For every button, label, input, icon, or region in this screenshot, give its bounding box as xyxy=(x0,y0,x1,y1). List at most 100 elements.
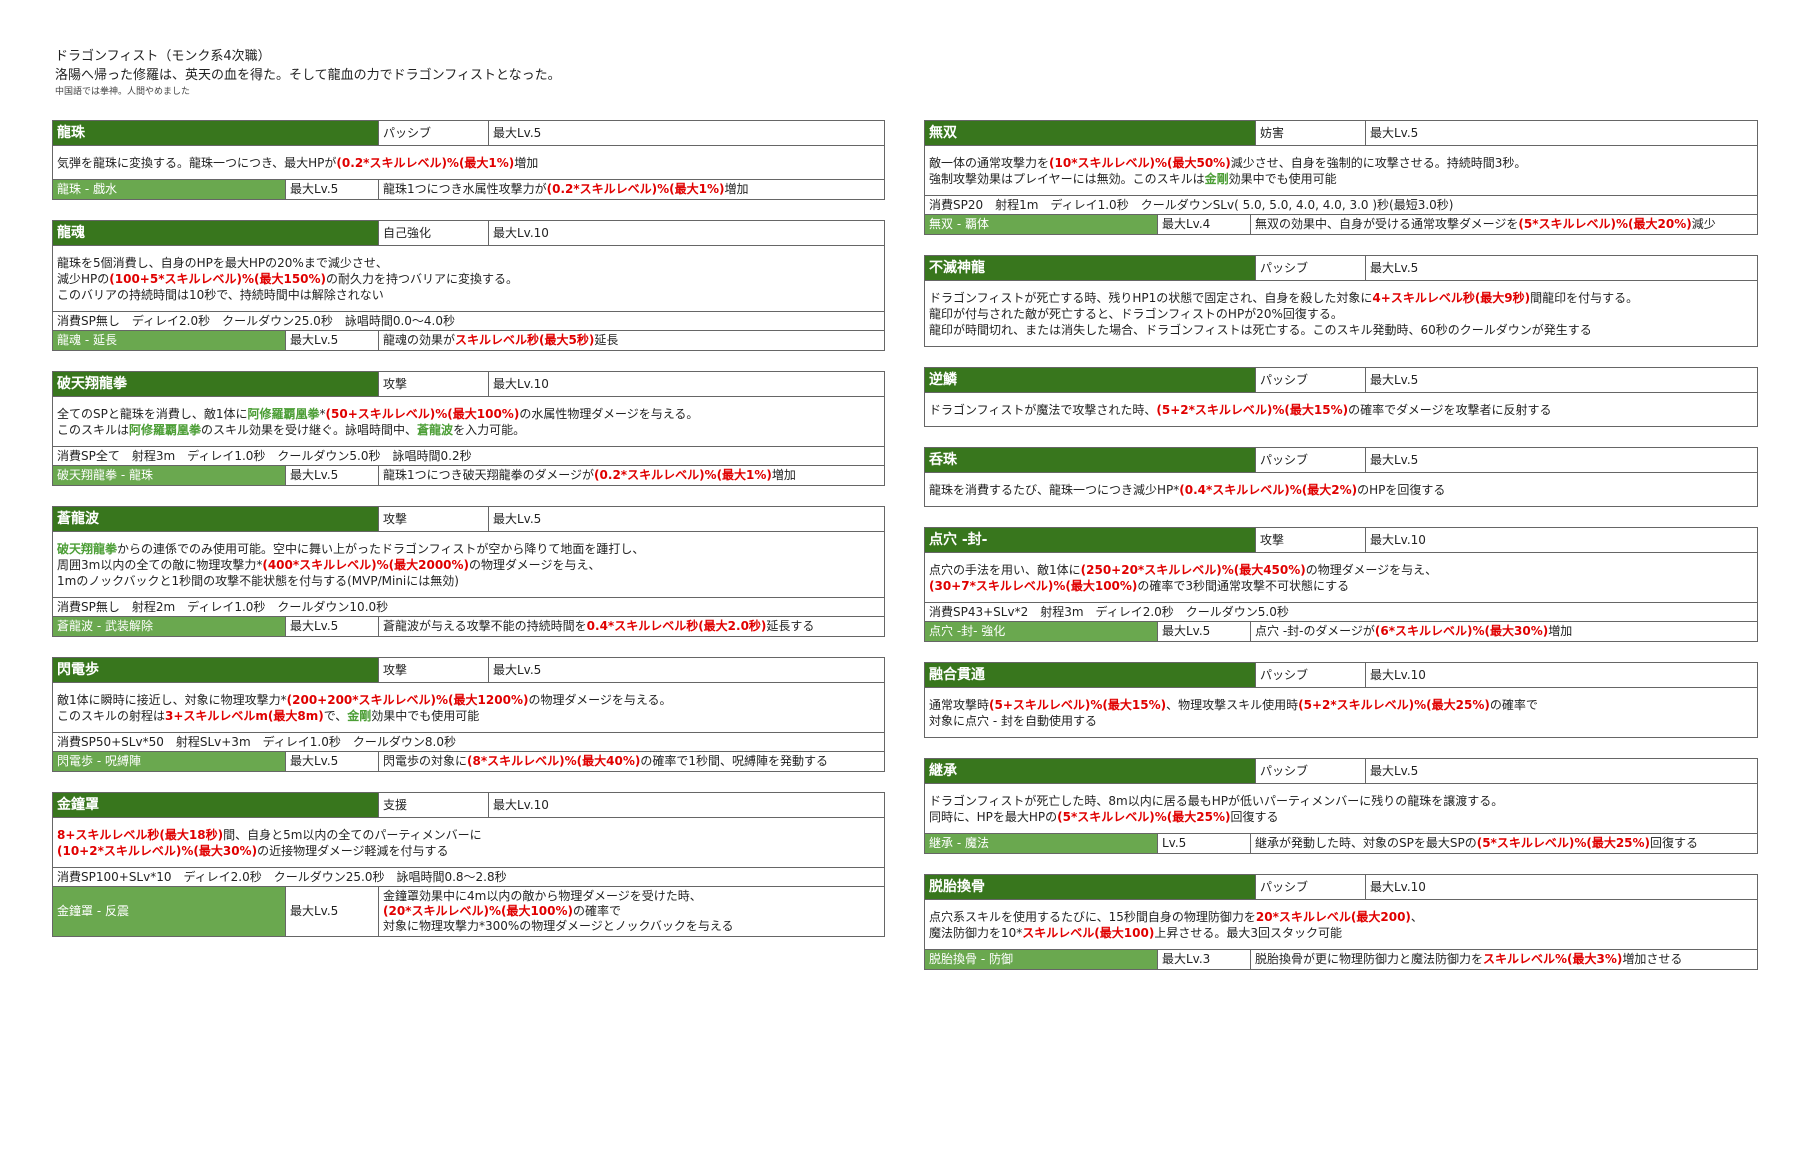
skill-name: 閃電歩 xyxy=(53,658,378,682)
formula-text: (0.4*スキルレベル)%(最大2%) xyxy=(1179,483,1358,497)
sub-skill-row: 無双 - 覇体 最大Lv.4 無双の効果中、自身が受ける通常攻撃ダメージを(5*スキ… xyxy=(925,215,1757,234)
skill-max-level: 最大Lv.10 xyxy=(1365,663,1757,687)
skill-stats: 消費SP20 射程1m ディレイ1.0秒 クールダウンSLv( 5.0, 5.0… xyxy=(925,196,1757,215)
skill-name: 点穴 -封- xyxy=(925,528,1255,552)
plain-text: 延長 xyxy=(594,333,619,347)
formula-text: (400*スキルレベル)%(最大2000%) xyxy=(262,558,470,572)
formula-text: 8+スキルレベル秒(最大18秒) xyxy=(57,828,224,842)
text-line: 金鐘罩効果中に4m以内の敵から物理ダメージを受けた時、 xyxy=(383,889,880,904)
plain-text: の物理ダメージを与え、 xyxy=(1305,563,1438,577)
skill-stats: 消費SP43+SLv*2 射程3m ディレイ2.0秒 クールダウン5.0秒 xyxy=(925,603,1757,622)
formula-text: (5+2*スキルレベル)%(最大25%) xyxy=(1298,698,1490,712)
skill-type: 攻撃 xyxy=(378,507,488,531)
skill-type: パッシブ xyxy=(1255,875,1365,899)
formula-text: (0.2*スキルレベル)%(最大1%) xyxy=(546,182,725,196)
skill-max-level: 最大Lv.5 xyxy=(1365,256,1757,280)
skill-block: 逆鱗 パッシブ 最大Lv.5 ドラゴンフィストが魔法で攻撃された時、(5+2*スキルレ… xyxy=(924,367,1758,427)
sub-skill-name: 閃電歩 - 呪縛陣 xyxy=(53,752,285,771)
formula-text: スキルレベル%(最大3%) xyxy=(1483,952,1623,966)
plain-text: 点穴系スキルを使用するたびに、15秒間自身の物理防御力を xyxy=(929,910,1256,924)
skill-link-text: 金剛 xyxy=(1204,172,1229,186)
plain-text: の物理ダメージを与える。 xyxy=(528,693,672,707)
formula-text: スキルレベル秒(最大5秒) xyxy=(455,333,595,347)
plain-text: 龍印が時間切れ、または消失した場合、ドラゴンフィストは死亡する。このスキル発動時… xyxy=(929,323,1592,337)
text-line: (30+7*スキルレベル)%(最大100%)の確率で3秒間通常攻撃不可状態にする xyxy=(929,578,1753,594)
skill-max-level: 最大Lv.5 xyxy=(1365,121,1757,145)
skill-max-level: 最大Lv.5 xyxy=(488,507,884,531)
plain-text: 金鐘罩効果中に4m以内の敵から物理ダメージを受けた時、 xyxy=(383,889,702,903)
plain-text: 脱胎換骨が更に物理防御力と魔法防御力を xyxy=(1255,952,1484,966)
skill-block: 不滅神龍 パッシブ 最大Lv.5 ドラゴンフィストが死亡する時、残りHP1の状態で固定… xyxy=(924,255,1758,347)
text-line: 周囲3m以内の全ての敵に物理攻撃力*(400*スキルレベル)%(最大2000%)… xyxy=(57,557,880,573)
plain-text: 減少 xyxy=(1691,217,1716,231)
plain-text: 間、自身と5m以内の全てのパーティメンバーに xyxy=(223,828,482,842)
text-line: ドラゴンフィストが魔法で攻撃された時、(5+2*スキルレベル)%(最大15%)の… xyxy=(929,402,1753,418)
sub-skill-description: 龍魂の効果がスキルレベル秒(最大5秒)延長 xyxy=(378,331,884,350)
skill-link-text: 阿修羅覇凰拳 xyxy=(129,423,202,437)
formula-text: (10+2*スキルレベル)%(最大30%) xyxy=(57,844,258,858)
skill-header: 不滅神龍 パッシブ 最大Lv.5 xyxy=(925,256,1757,281)
text-line: 破天翔龍拳からの連係でのみ使用可能。空中に舞い上がったドラゴンフィストが空から降… xyxy=(57,541,880,557)
formula-text: (200+200*スキルレベル)%(最大1200%) xyxy=(286,693,529,707)
formula-text: (0.2*スキルレベル)%(最大1%) xyxy=(594,468,772,482)
skill-block: 破天翔龍拳 攻撃 最大Lv.10 全てのSPと龍珠を消費し、敵1体に阿修羅覇凰拳*(5… xyxy=(52,371,885,486)
skill-block: 金鐘罩 支援 最大Lv.10 8+スキルレベル秒(最大18秒)間、自身と5m以内の全て… xyxy=(52,792,885,937)
skill-type: パッシブ xyxy=(1255,256,1365,280)
plain-text: 無双の効果中、自身が受ける通常攻撃ダメージを xyxy=(1255,217,1519,231)
plain-text: 減少させ、自身を強制的に攻撃させる。持続時間3秒。 xyxy=(1230,156,1527,170)
skill-max-level: 最大Lv.10 xyxy=(488,221,884,245)
plain-text: 龍珠を消費するたび、龍珠一つにつき減少HP* xyxy=(929,483,1180,497)
plain-text: 増加 xyxy=(1548,624,1573,638)
text-line: このスキルは阿修羅覇凰拳のスキル効果を受け継ぐ。詠唱時間中、蒼龍波を入力可能。 xyxy=(57,422,880,438)
plain-text: の確率で xyxy=(573,904,622,918)
skill-name: 金鐘罩 xyxy=(53,793,378,817)
skill-header: 脱胎換骨 パッシブ 最大Lv.10 xyxy=(925,875,1757,900)
sub-skill-row: 龍魂 - 延長 最大Lv.5 龍魂の効果がスキルレベル秒(最大5秒)延長 xyxy=(53,331,884,350)
text-line: 点穴の手法を用い、敵1体に(250+20*スキルレベル)%(最大450%)の物理… xyxy=(929,562,1753,578)
skill-header: 継承 パッシブ 最大Lv.5 xyxy=(925,759,1757,784)
plain-text: 効果中でも使用可能 xyxy=(1228,172,1337,186)
plain-text: 、物理攻撃スキル使用時 xyxy=(1166,698,1299,712)
formula-text: (6*スキルレベル)%(最大30%) xyxy=(1374,624,1549,638)
sub-skill-row: 脱胎換骨 - 防御 最大Lv.3 脱胎換骨が更に物理防御力と魔法防御力をスキルレベル… xyxy=(925,950,1757,969)
text-line: 魔法防御力を10*スキルレベル(最大100)上昇させる。最大3回スタック可能 xyxy=(929,925,1753,941)
plain-text: 1mのノックバックと1秒間の攻撃不能状態を付与する(MVP/Miniには無効) xyxy=(57,574,459,588)
plain-text: 閃電歩の対象に xyxy=(383,754,468,768)
skill-max-level: 最大Lv.5 xyxy=(488,658,884,682)
right-column: 無双 妨害 最大Lv.5 敵一体の通常攻撃力を(10*スキルレベル)%(最大50%)減… xyxy=(924,120,1758,990)
text-line: (20*スキルレベル)%(最大100%)の確率で xyxy=(383,904,880,919)
skill-max-level: 最大Lv.5 xyxy=(1365,368,1757,392)
formula-text: 0.4*スキルレベル秒(最大2.0秒) xyxy=(586,619,767,633)
sub-skill-name: 蒼龍波 - 武装解除 xyxy=(53,617,285,636)
skill-max-level: 最大Lv.5 xyxy=(1365,759,1757,783)
plain-text: の近接物理ダメージ軽減を付与する xyxy=(257,844,449,858)
plain-text: 魔法防御力を10* xyxy=(929,926,1023,940)
text-line: 敵一体の通常攻撃力を(10*スキルレベル)%(最大50%)減少させ、自身を強制的… xyxy=(929,155,1753,171)
skill-block: 融合貫通 パッシブ 最大Lv.10 通常攻撃時(5+スキルレベル)%(最大15%)、物… xyxy=(924,662,1758,738)
text-line: 龍印が時間切れ、または消失した場合、ドラゴンフィストは死亡する。このスキル発動時… xyxy=(929,322,1753,338)
formula-text: (5*スキルレベル)%(最大25%) xyxy=(1476,836,1651,850)
formula-text: (5*スキルレベル)%(最大25%) xyxy=(1057,810,1231,824)
text-line: 敵1体に瞬時に接近し、対象に物理攻撃力*(200+200*スキルレベル)%(最大… xyxy=(57,692,880,708)
formula-text: スキルレベル(最大100) xyxy=(1022,926,1155,940)
plain-text: 点穴 -封-のダメージが xyxy=(1255,624,1375,638)
text-line: 龍珠を消費するたび、龍珠一つにつき減少HP*(0.4*スキルレベル)%(最大2%… xyxy=(929,482,1753,498)
page-title: ドラゴンフィスト（モンク系4次職） xyxy=(55,49,271,64)
sub-skill-description: 継承が発動した時、対象のSPを最大SPの(5*スキルレベル)%(最大25%)回復… xyxy=(1250,834,1757,853)
plain-text: で、 xyxy=(323,709,348,723)
page-subtitle: 洛陽へ帰った修羅は、英天の血を得た。そして龍血の力でドラゴンフィストとなった。 xyxy=(55,68,561,83)
skill-max-level: 最大Lv.10 xyxy=(1365,875,1757,899)
skill-max-level: 最大Lv.10 xyxy=(488,793,884,817)
plain-text: このバリアの持続時間は10秒で、持続時間中は解除されない xyxy=(57,288,384,302)
text-line: 気弾を龍珠に変換する。龍珠一つにつき、最大HPが(0.2*スキルレベル)%(最大… xyxy=(57,155,880,171)
text-line: 脱胎換骨が更に物理防御力と魔法防御力をスキルレベル%(最大3%)増加させる xyxy=(1255,952,1753,967)
plain-text: 延長する xyxy=(766,619,815,633)
sub-skill-level: 最大Lv.5 xyxy=(285,617,378,636)
text-line: 龍印が付与された敵が死亡すると、ドラゴンフィストのHPが20%回復する。 xyxy=(929,306,1753,322)
plain-text: ドラゴンフィストが魔法で攻撃された時、 xyxy=(929,403,1157,417)
sub-skill-description: 龍珠1つにつき破天翔龍拳のダメージが(0.2*スキルレベル)%(最大1%)増加 xyxy=(378,466,884,485)
sub-skill-description: 点穴 -封-のダメージが(6*スキルレベル)%(最大30%)増加 xyxy=(1250,622,1757,641)
sub-skill-level: 最大Lv.5 xyxy=(285,331,378,350)
sub-skill-name: 継承 - 魔法 xyxy=(925,834,1157,853)
skill-max-level: 最大Lv.10 xyxy=(488,372,884,396)
